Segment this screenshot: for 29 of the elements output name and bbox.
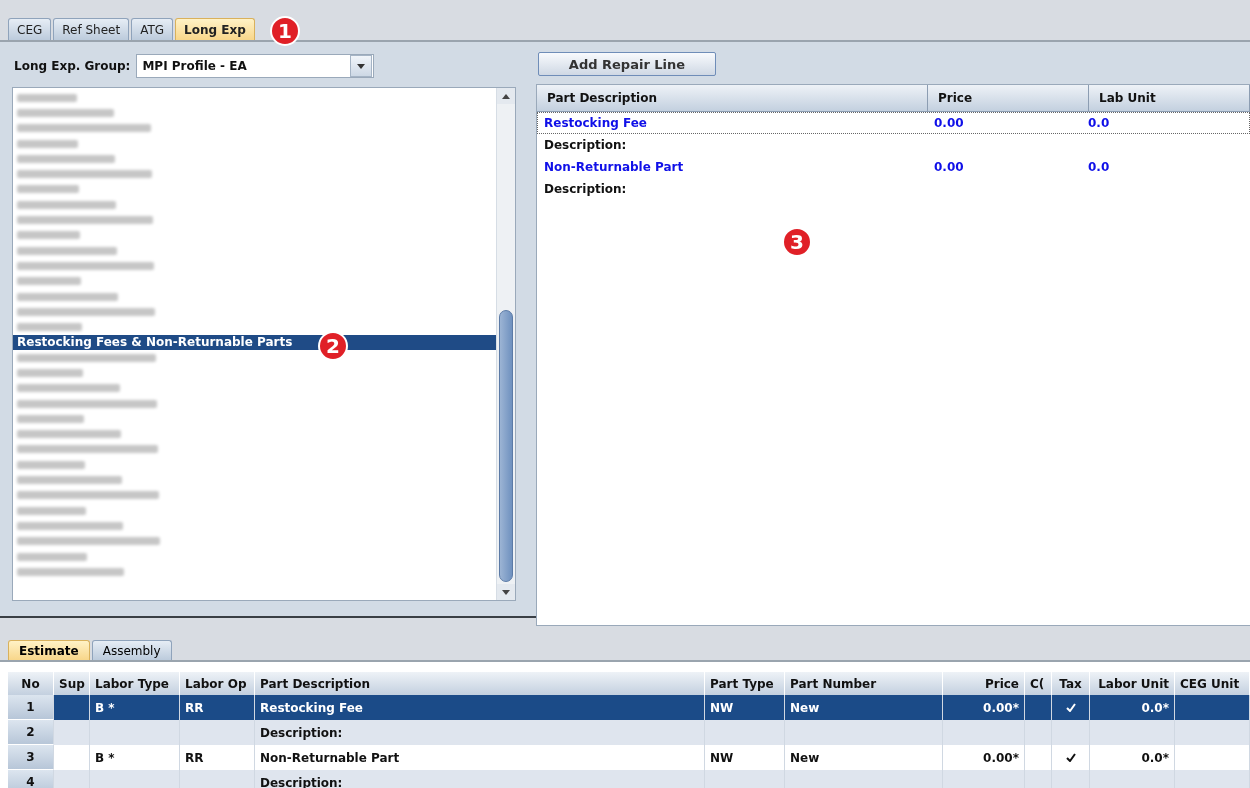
group-dropdown[interactable]: MPI Profile - EA (136, 54, 375, 78)
tab[interactable]: CEG (8, 18, 52, 40)
tab[interactable]: Estimate (8, 640, 90, 660)
row-number[interactable]: 3 (8, 745, 54, 770)
add-repair-line-button[interactable]: Add Repair Line (538, 52, 716, 76)
grid-cell[interactable]: 0.0 (1078, 116, 1238, 130)
description-label: Description: (543, 182, 627, 196)
grid-cell[interactable]: 0.00 (918, 160, 1078, 174)
grid-cell[interactable]: Non-Returnable Part (538, 160, 918, 174)
description-label: Description: (543, 138, 627, 152)
tab[interactable]: ATG (131, 18, 174, 40)
row-number[interactable]: 1 (8, 695, 54, 720)
grid-cell[interactable]: 0.0 (1078, 160, 1238, 174)
column-header[interactable]: Price (928, 85, 1089, 111)
scroll-up-icon[interactable] (502, 93, 510, 99)
scrollbar[interactable] (496, 88, 515, 600)
row-number[interactable]: 2 (8, 720, 54, 745)
row-number[interactable]: 4 (8, 770, 54, 788)
tab[interactable]: Long Exp (175, 18, 255, 40)
caret-icon (357, 63, 366, 69)
scroll-down-icon[interactable] (502, 589, 510, 595)
group-label: Long Exp. Group: (14, 59, 131, 73)
tab[interactable]: Assembly (91, 640, 172, 660)
grid-cell[interactable]: Restocking Fee (538, 116, 918, 130)
grid-cell[interactable]: 0.00 (918, 116, 1078, 130)
callout-badge: 1 (270, 16, 300, 46)
column-header[interactable]: Lab Unit (1089, 85, 1250, 111)
tab[interactable]: Ref Sheet (53, 18, 130, 40)
column-header[interactable]: Part Description (537, 85, 928, 111)
